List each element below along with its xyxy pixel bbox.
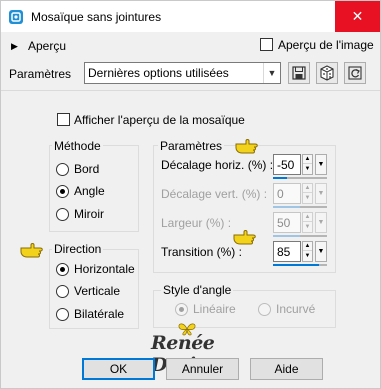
dialog-window: Mosaïque sans jointures ✕ ▶ Aperçu Aperç… [0, 0, 381, 389]
spin-down-icon[interactable]: ▼ [303, 252, 312, 261]
image-preview-checkbox[interactable] [260, 38, 273, 51]
vertical-offset-stepper[interactable]: ▲ ▼ [302, 183, 313, 204]
horizontal-offset-dropdown-icon[interactable]: ▼ [315, 154, 327, 175]
direction-label-bilaterale[interactable]: Bilatérale [74, 307, 124, 321]
transition-label: Transition (%) : [161, 245, 242, 259]
spin-down-icon[interactable]: ▼ [303, 165, 312, 174]
preview-expand-icon[interactable]: ▶ [11, 41, 18, 52]
mosaic-preview-label[interactable]: Afficher l'aperçu de la mosaïque [74, 113, 245, 127]
vertical-offset-input[interactable]: 0 [273, 183, 301, 204]
pointing-hand-icon [20, 243, 43, 258]
spin-up-icon[interactable]: ▲ [303, 242, 312, 251]
slider-fill [273, 264, 319, 266]
method-label-bord[interactable]: Bord [74, 162, 99, 176]
transition-stepper[interactable]: ▲ ▼ [302, 241, 313, 262]
dice-icon [320, 65, 334, 81]
close-button[interactable]: ✕ [335, 1, 380, 32]
spin-up-icon[interactable]: ▲ [303, 155, 312, 164]
corner-radio-lineaire[interactable] [175, 303, 188, 316]
corner-label-lineaire[interactable]: Linéaire [193, 302, 236, 316]
horizontal-offset-stepper[interactable]: ▲ ▼ [302, 154, 313, 175]
mosaic-preview-checkbox[interactable] [57, 113, 70, 126]
slider-fill [273, 235, 300, 237]
chevron-down-icon[interactable]: ▼ [263, 63, 280, 83]
app-icon [9, 10, 23, 24]
corner-label-incurve[interactable]: Incurvé [276, 302, 315, 316]
direction-title: Direction [52, 242, 104, 256]
reset-button[interactable] [344, 62, 366, 84]
horizontal-offset-slider[interactable] [273, 177, 327, 179]
method-radio-miroir[interactable] [56, 208, 69, 221]
horizontal-offset-input[interactable]: -50 [273, 154, 301, 175]
vertical-offset-dropdown-icon[interactable]: ▼ [315, 183, 327, 204]
width-slider[interactable] [273, 235, 327, 237]
transition-slider[interactable] [273, 264, 327, 266]
transition-input[interactable]: 85 [273, 241, 301, 262]
ok-button[interactable]: OK [82, 358, 155, 380]
method-radio-angle[interactable] [56, 185, 69, 198]
corner-style-title: Style d'angle [161, 283, 234, 297]
slider-fill [273, 206, 300, 208]
method-label-angle[interactable]: Angle [74, 184, 105, 198]
presets-value: Dernières options utilisées [88, 66, 229, 80]
spin-down-icon[interactable]: ▼ [303, 194, 312, 203]
preview-toggle-label[interactable]: Aperçu [28, 39, 66, 53]
image-preview-label[interactable]: Aperçu de l'image [278, 38, 374, 52]
method-label-miroir[interactable]: Miroir [74, 207, 104, 221]
window-title: Mosaïque sans jointures [31, 10, 162, 24]
width-stepper[interactable]: ▲ ▼ [302, 212, 313, 233]
help-button[interactable]: Aide [250, 358, 323, 380]
parameters-title: Paramètres [158, 139, 225, 153]
save-preset-button[interactable] [288, 62, 310, 84]
presets-dropdown[interactable]: Dernières options utilisées ▼ [84, 62, 281, 84]
method-title: Méthode [52, 139, 103, 153]
pointing-hand-icon [233, 230, 256, 245]
direction-radio-bilaterale[interactable] [56, 308, 69, 321]
presets-label: Paramètres [9, 67, 72, 81]
spin-down-icon[interactable]: ▼ [303, 223, 312, 232]
title-bar[interactable]: Mosaïque sans jointures ✕ [1, 1, 380, 32]
direction-label-horizontale[interactable]: Horizontale [74, 262, 135, 276]
randomize-button[interactable] [316, 62, 338, 84]
width-dropdown-icon[interactable]: ▼ [315, 212, 327, 233]
vertical-offset-label: Décalage vert. (%) : [161, 187, 268, 201]
spin-up-icon[interactable]: ▲ [303, 213, 312, 222]
cancel-button[interactable]: Annuler [166, 358, 239, 380]
transition-dropdown-icon[interactable]: ▼ [315, 241, 327, 262]
pointing-hand-icon [235, 139, 258, 154]
corner-radio-incurve[interactable] [258, 303, 271, 316]
method-radio-bord[interactable] [56, 163, 69, 176]
horizontal-offset-label: Décalage horiz. (%) : [161, 158, 274, 172]
close-icon: ✕ [351, 8, 364, 24]
direction-radio-verticale[interactable] [56, 285, 69, 298]
floppy-disk-icon [292, 66, 306, 80]
direction-label-verticale[interactable]: Verticale [74, 284, 120, 298]
width-label: Largeur (%) : [161, 216, 232, 230]
vertical-offset-slider[interactable] [273, 206, 327, 208]
slider-fill [273, 177, 287, 179]
direction-radio-horizontale[interactable] [56, 263, 69, 276]
spin-up-icon[interactable]: ▲ [303, 184, 312, 193]
width-input[interactable]: 50 [273, 212, 301, 233]
watermark-logo: Renée Design [151, 322, 263, 376]
reset-icon [348, 66, 362, 80]
